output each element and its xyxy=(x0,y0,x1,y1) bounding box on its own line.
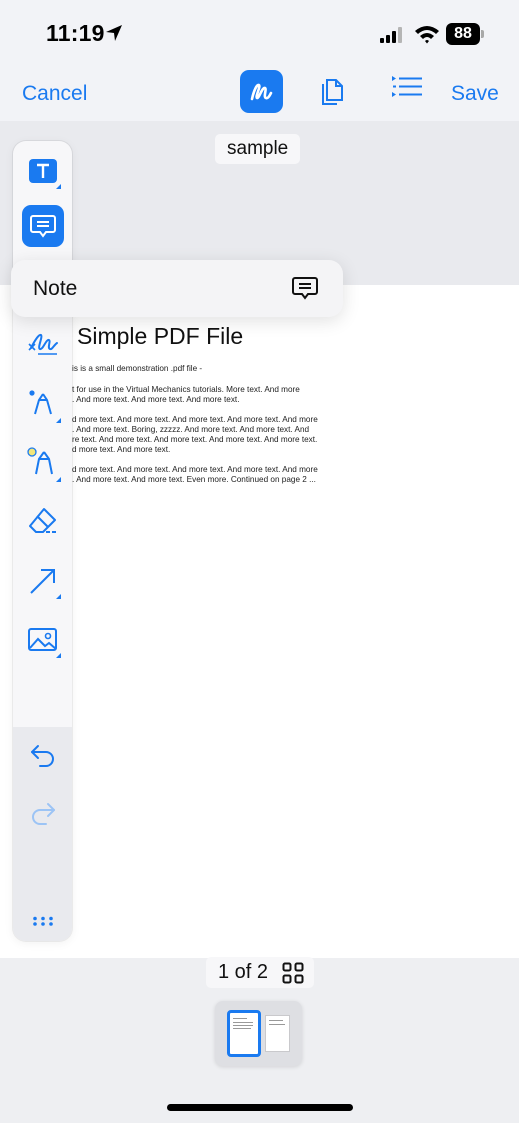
outline-list-icon[interactable] xyxy=(391,74,423,100)
redo-icon xyxy=(32,803,55,825)
arrow-icon xyxy=(30,569,55,594)
note-tool-popup[interactable]: Note xyxy=(11,260,343,317)
pdf-title: Simple PDF File xyxy=(77,323,244,349)
pdf-text-line: re text. And more text. And more text. A… xyxy=(72,435,318,444)
pen-tool-button[interactable] xyxy=(22,384,64,426)
pdf-text-line: . And more text. And more text. And more… xyxy=(72,395,240,404)
note-icon xyxy=(292,277,318,300)
submenu-indicator xyxy=(56,594,61,599)
page-count-text: 1 of 2 xyxy=(218,961,269,983)
pen-icon xyxy=(29,390,52,415)
pdf-text-line: . And more text. Boring, zzzzz. And more… xyxy=(72,425,310,434)
highlighter-icon xyxy=(27,447,53,475)
more-tools-button[interactable] xyxy=(22,900,64,941)
submenu-indicator xyxy=(56,653,61,658)
wifi-icon xyxy=(415,26,439,44)
cellular-signal-icon xyxy=(380,27,402,43)
page-thumbnail-2[interactable] xyxy=(265,1015,290,1052)
text-tool-button[interactable] xyxy=(22,150,64,192)
highlighter-tool-button[interactable] xyxy=(22,443,64,485)
more-icon xyxy=(33,916,53,926)
document-name: sample xyxy=(215,134,301,164)
location-arrow-icon xyxy=(106,25,122,41)
arrow-tool-button[interactable] xyxy=(22,560,64,602)
text-icon xyxy=(29,159,57,183)
submenu-indicator xyxy=(56,184,61,189)
pdf-text-line: . And more text. And more text. Even mor… xyxy=(72,475,316,484)
page-thumbnail-1[interactable] xyxy=(227,1010,261,1057)
note-popup-label: Note xyxy=(33,277,78,300)
eraser-icon xyxy=(29,508,56,533)
submenu-indicator xyxy=(56,418,61,423)
pdf-viewer[interactable] xyxy=(0,121,519,958)
cancel-button[interactable]: Cancel xyxy=(22,82,87,106)
signature-icon xyxy=(28,333,58,355)
pdf-text-line: d more text. And more text. And more tex… xyxy=(72,465,318,474)
nav-bar: Cancel Save xyxy=(0,64,519,121)
pdf-text-line: t for use in the Virtual Mechanics tutor… xyxy=(72,385,300,394)
submenu-indicator xyxy=(56,477,61,482)
status-bar: 11:19 88 xyxy=(0,0,519,64)
battery-cap xyxy=(481,30,484,38)
pages-icon[interactable] xyxy=(318,76,346,106)
status-time: 11:19 xyxy=(46,20,105,46)
note-tool-button[interactable] xyxy=(22,205,64,247)
grid-view-icon[interactable] xyxy=(282,962,304,984)
signature-pen-icon xyxy=(250,83,273,101)
eraser-tool-button[interactable] xyxy=(22,500,64,542)
annotate-mode-button[interactable] xyxy=(240,70,283,113)
signature-tool-button[interactable] xyxy=(22,323,64,365)
redo-button[interactable] xyxy=(22,793,64,835)
pdf-text-line: d more text. And more text. xyxy=(72,445,171,454)
page-thumbnails[interactable] xyxy=(215,1001,302,1066)
battery-level: 88 xyxy=(446,23,480,45)
undo-icon xyxy=(31,745,54,767)
pdf-text-line: is is a small demonstration .pdf file - xyxy=(72,364,203,373)
undo-button[interactable] xyxy=(22,735,64,777)
note-icon xyxy=(30,215,56,238)
home-indicator xyxy=(167,1104,353,1111)
image-icon xyxy=(28,628,57,651)
image-tool-button[interactable] xyxy=(22,619,64,661)
save-button[interactable]: Save xyxy=(451,82,499,106)
page-indicator[interactable]: 1 of 2 xyxy=(206,957,314,988)
pdf-text-line: d more text. And more text. And more tex… xyxy=(72,415,318,424)
